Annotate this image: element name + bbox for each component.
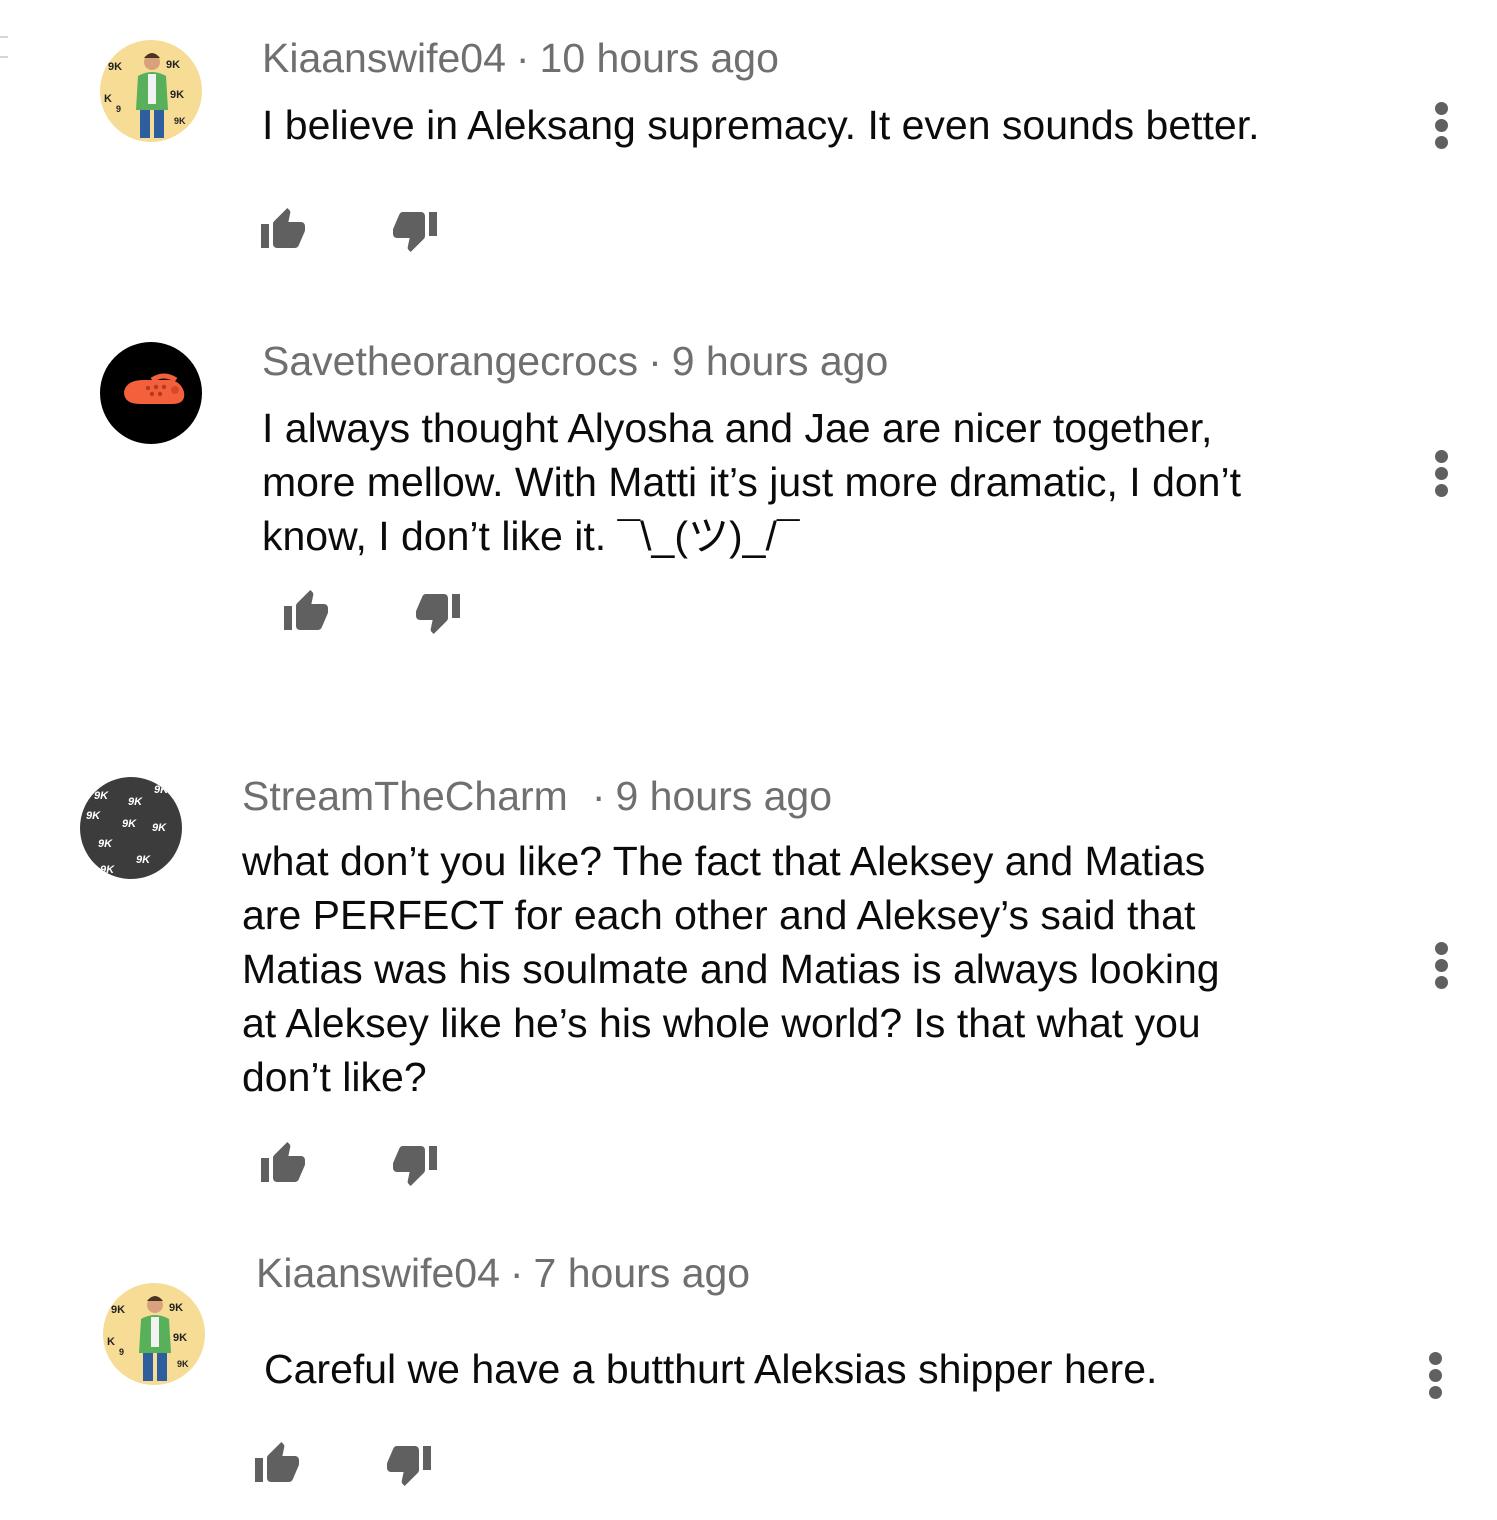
more-options-button[interactable] [1426, 936, 1456, 996]
dot [1435, 119, 1448, 132]
thumbs-down-icon [387, 1446, 431, 1486]
comment-time[interactable]: 7 hours ago [534, 1250, 751, 1296]
svg-text:9K: 9K [170, 89, 184, 101]
comment-3: 9K 9K 9K 9K 9K 9K 9K 9K 9K StreamTheChar… [0, 740, 1497, 1210]
dislike-button[interactable] [384, 1440, 434, 1488]
dot [1435, 467, 1448, 480]
author-name[interactable]: StreamTheCharm [242, 773, 568, 819]
dot [1435, 959, 1448, 972]
comment-time[interactable]: 10 hours ago [540, 35, 779, 81]
comment-text: I believe in Aleksang supremacy. It even… [262, 102, 1260, 148]
thumbs-down-icon [393, 1146, 437, 1186]
svg-text:9K: 9K [108, 61, 122, 73]
comment-time[interactable]: 9 hours ago [615, 773, 832, 819]
comment-meta: StreamTheCharm · 9 hours ago [242, 770, 832, 822]
author-name[interactable]: Savetheorangecrocs [262, 338, 638, 384]
svg-text:9K: 9K [166, 59, 180, 71]
more-options-button[interactable] [1426, 96, 1456, 156]
meta-separator: · [515, 35, 530, 81]
dot [1429, 1369, 1442, 1382]
comment-actions [252, 1440, 472, 1488]
user-avatar[interactable] [100, 342, 202, 444]
dot [1435, 976, 1448, 989]
thumbs-up-icon [261, 208, 305, 248]
comment-4: 9K 9K K 9K 9K 9 Kiaanswife04 · 7 hours ago… [0, 1220, 1497, 1510]
comment-meta: Kiaanswife04 · 7 hours ago [256, 1247, 750, 1299]
comment-actions [281, 588, 501, 636]
vertical-dots-icon [1435, 942, 1448, 955]
svg-text:9K: 9K [177, 1359, 189, 1369]
dot [1435, 484, 1448, 497]
svg-text:9K: 9K [100, 864, 115, 876]
svg-text:9K: 9K [173, 1332, 187, 1344]
svg-text:9: 9 [116, 104, 121, 114]
like-button[interactable] [252, 1440, 302, 1488]
comment-meta: Savetheorangecrocs · 9 hours ago [262, 335, 888, 387]
author-name[interactable]: Kiaanswife04 [256, 1250, 500, 1296]
svg-text:9K: 9K [111, 1304, 125, 1316]
user-avatar[interactable]: 9K 9K K 9K 9K 9 [103, 1283, 205, 1385]
dot [1429, 1386, 1442, 1399]
thumbs-up-icon [255, 1442, 299, 1482]
thumbs-down-icon [416, 594, 460, 634]
dot [1435, 136, 1448, 149]
meta-separator: · [591, 773, 606, 819]
comment-actions [258, 206, 478, 254]
comment-text: I always thought Alyosha and Jae are nic… [262, 405, 1241, 559]
svg-text:9K: 9K [98, 838, 113, 850]
user-avatar[interactable]: 9K 9K K 9K 9K 9 [100, 40, 202, 142]
svg-text:9: 9 [119, 1347, 124, 1357]
svg-text:9K: 9K [122, 818, 137, 830]
like-button[interactable] [258, 1140, 308, 1188]
comment-meta: Kiaanswife04 · 10 hours ago [262, 32, 779, 84]
comment-text: what don’t you like? The fact that Aleks… [242, 838, 1220, 1100]
user-avatar[interactable]: 9K 9K 9K 9K 9K 9K 9K 9K 9K [80, 777, 182, 879]
dislike-button[interactable] [413, 588, 463, 636]
svg-text:9K: 9K [136, 854, 151, 866]
svg-text:9K: 9K [152, 822, 167, 834]
comment-text: Careful we have a butthurt Aleksias ship… [264, 1346, 1158, 1392]
more-options-button[interactable] [1426, 444, 1456, 504]
like-button[interactable] [258, 206, 308, 254]
svg-text:9K: 9K [169, 1302, 183, 1314]
svg-text:9K: 9K [128, 796, 143, 808]
comment-time[interactable]: 9 hours ago [672, 338, 889, 384]
more-options-button[interactable] [1420, 1346, 1450, 1406]
comment-2: Savetheorangecrocs · 9 hours ago I always … [0, 300, 1497, 680]
thumbs-down-icon [393, 212, 437, 252]
svg-text:K: K [107, 1336, 115, 1348]
svg-text:9K: 9K [174, 116, 186, 126]
svg-text:9K: 9K [154, 784, 169, 796]
meta-separator: · [648, 338, 662, 384]
thumbs-up-icon [284, 590, 328, 630]
comment-actions [258, 1140, 478, 1188]
meta-separator: · [509, 1250, 524, 1296]
vertical-dots-icon [1435, 102, 1448, 115]
thumbs-up-icon [261, 1142, 305, 1182]
svg-text:K: K [104, 93, 112, 105]
dislike-button[interactable] [390, 1140, 440, 1188]
vertical-dots-icon [1429, 1352, 1442, 1365]
svg-text:9K: 9K [94, 790, 109, 802]
dislike-button[interactable] [390, 206, 440, 254]
vertical-dots-icon [1435, 450, 1448, 463]
svg-text:9K: 9K [86, 810, 101, 822]
like-button[interactable] [281, 588, 331, 636]
author-name[interactable]: Kiaanswife04 [262, 35, 506, 81]
comment-1: 9K 9K K 9K 9K 9 Kiaanswife04 · 10 hours ag… [0, 0, 1497, 290]
